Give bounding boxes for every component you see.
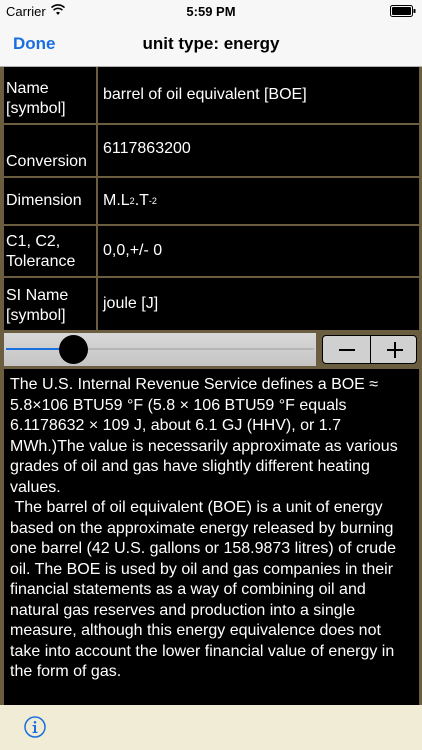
value-stepper	[322, 335, 417, 364]
row-value: 6117863200	[98, 125, 419, 176]
decrement-button[interactable]	[323, 336, 370, 363]
status-time: 5:59 PM	[186, 4, 236, 19]
bottom-toolbar	[0, 705, 422, 750]
dimension-part: .T	[134, 192, 149, 209]
info-icon[interactable]	[24, 716, 46, 738]
dimension-part: M.L	[103, 192, 130, 209]
row-label: C1, C2, Tolerance	[4, 226, 96, 276]
table-row-constants: C1, C2, Tolerance 0,0,+/- 0	[4, 226, 419, 276]
unit-description: The U.S. Internal Revenue Service define…	[4, 369, 419, 705]
slider-track	[73, 348, 314, 350]
row-label: Conversion	[4, 125, 96, 176]
navigation-bar: Done unit type: energy	[0, 22, 422, 67]
slider-thumb[interactable]	[59, 335, 89, 364]
row-value: barrel of oil equivalent [BOE]	[98, 67, 419, 123]
value-controls	[4, 333, 419, 366]
dimension-exponent: -2	[148, 196, 157, 206]
status-bar: Carrier 5:59 PM	[0, 0, 422, 22]
row-value: joule [J]	[98, 278, 419, 330]
table-row-name: Name [symbol] barrel of oil equivalent […	[4, 67, 419, 123]
row-label: Name [symbol]	[4, 67, 96, 123]
table-row-dimension: Dimension M.L 2 .T -2	[4, 178, 419, 224]
value-slider[interactable]	[4, 333, 316, 366]
increment-button[interactable]	[370, 336, 416, 363]
row-value: 0,0,+/- 0	[98, 226, 419, 276]
battery-icon	[390, 5, 416, 17]
page-title: unit type: energy	[142, 34, 280, 53]
row-value: M.L 2 .T -2	[98, 178, 419, 224]
table-row-si-name: SI Name [symbol] joule [J]	[4, 278, 419, 330]
row-label: Dimension	[4, 178, 96, 224]
table-row-conversion: Conversion 6117863200	[4, 125, 419, 176]
row-label: SI Name [symbol]	[4, 278, 96, 330]
